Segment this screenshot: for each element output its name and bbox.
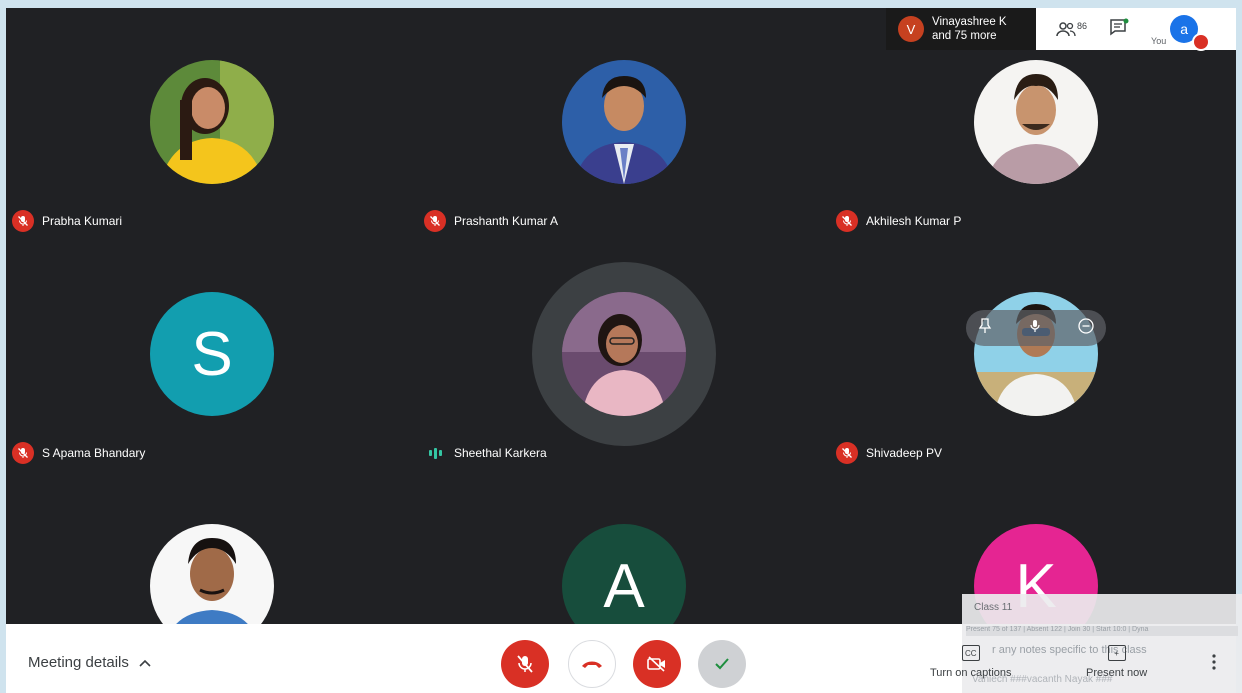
chevron-up-icon xyxy=(139,659,151,667)
captions-button[interactable]: CC Turn on captions xyxy=(930,645,1012,679)
chat-icon xyxy=(1110,18,1129,35)
people-icon xyxy=(1056,22,1076,37)
participant-name-label: Sheethal Karkera xyxy=(424,442,547,464)
presenter-text: Vinayashree K and 75 more xyxy=(932,15,1007,43)
profile-photo xyxy=(562,60,686,184)
participant-avatar xyxy=(150,60,274,184)
top-right-bar: V Vinayashree K and 75 more 86 You a xyxy=(886,8,1236,51)
profile-photo xyxy=(150,524,274,624)
participant-avatar: A xyxy=(562,524,686,624)
profile-photo xyxy=(974,60,1098,184)
meeting-details-label: Meeting details xyxy=(28,654,129,671)
avatar-initial: S xyxy=(191,319,233,389)
self-mic-off-icon xyxy=(1192,33,1211,51)
camera-toggle-button[interactable] xyxy=(633,640,681,688)
remove-participant-icon[interactable] xyxy=(1078,317,1094,339)
participant-tile[interactable] xyxy=(6,472,416,624)
participant-tile[interactable]: Prashanth Kumar A xyxy=(418,8,828,240)
self-avatar[interactable]: a xyxy=(1170,15,1211,51)
mic-off-icon xyxy=(836,442,858,464)
participant-name: Prashanth Kumar A xyxy=(454,214,559,228)
more-vert-icon xyxy=(1212,654,1216,670)
chat-button[interactable] xyxy=(1109,18,1129,41)
participant-name: Prabha Kumari xyxy=(42,214,123,228)
video-grid: Prabha Kumari Prashanth Kumar A Akhilesh… xyxy=(6,8,1236,624)
participant-avatar xyxy=(150,524,274,624)
participant-avatar xyxy=(974,60,1098,184)
people-button[interactable]: 86 xyxy=(1056,21,1087,37)
participant-tile[interactable]: A xyxy=(418,472,828,624)
you-label: You xyxy=(1151,36,1167,46)
participant-name: Sheethal Karkera xyxy=(454,446,547,460)
mic-off-icon xyxy=(12,210,34,232)
participant-avatar xyxy=(562,292,686,416)
avatar-initial: A xyxy=(603,551,645,621)
checkmark-icon xyxy=(715,658,729,670)
class-selector[interactable]: Class 11 xyxy=(974,602,1012,613)
profile-photo xyxy=(150,60,274,184)
check-button[interactable] xyxy=(698,640,746,688)
pin-icon[interactable] xyxy=(978,317,992,339)
presenter-name: Vinayashree K xyxy=(932,16,1007,28)
audio-level-icon xyxy=(424,442,446,464)
captions-label: Turn on captions xyxy=(930,667,1012,679)
tile-hover-controls xyxy=(966,310,1106,346)
present-icon: + xyxy=(1107,645,1126,661)
present-now-button[interactable]: + Present now xyxy=(1086,645,1147,679)
profile-photo xyxy=(562,292,686,416)
mic-toggle-button[interactable] xyxy=(501,640,549,688)
mic-off-icon xyxy=(836,210,858,232)
participant-name: Akhilesh Kumar P xyxy=(866,214,962,228)
participant-avatar: S xyxy=(150,292,274,416)
attendance-stats: Present 75 of 137 | Absent 122 | Join 30… xyxy=(966,626,1238,636)
people-count: 86 xyxy=(1077,21,1088,31)
more-options-button[interactable] xyxy=(1212,654,1216,675)
mic-off-icon xyxy=(424,210,446,232)
participant-name-label: Prabha Kumari xyxy=(12,210,122,232)
participant-name: Shivadeep PV xyxy=(866,446,943,460)
mic-off-icon xyxy=(517,655,533,673)
participant-avatar xyxy=(562,60,686,184)
presenter-more: and 75 more xyxy=(932,30,997,42)
participant-tile[interactable]: Prabha Kumari xyxy=(6,8,416,240)
camera-off-icon xyxy=(647,656,665,672)
top-icons: 86 You a xyxy=(1036,8,1236,51)
self-initial: a xyxy=(1180,21,1189,37)
participant-name-label: Shivadeep PV xyxy=(836,442,942,464)
participant-name-label: S Apama Bhandary xyxy=(12,442,145,464)
presenter-avatar: V xyxy=(898,16,924,42)
participant-name: S Apama Bhandary xyxy=(42,446,146,460)
participant-name-label: Akhilesh Kumar P xyxy=(836,210,961,232)
participant-name-label: Prashanth Kumar A xyxy=(424,210,558,232)
meeting-details-button[interactable]: Meeting details xyxy=(28,654,151,671)
hang-up-icon xyxy=(582,661,602,668)
present-label: Present now xyxy=(1086,667,1148,679)
mic-off-icon xyxy=(12,442,34,464)
cc-icon: CC xyxy=(961,645,980,661)
mute-participant-icon[interactable] xyxy=(1028,318,1042,339)
leave-call-button[interactable] xyxy=(568,640,616,688)
participant-tile[interactable]: Shivadeep PV xyxy=(830,240,1236,472)
presenter-chip[interactable]: V Vinayashree K and 75 more xyxy=(886,8,1036,50)
participant-tile-speaking[interactable]: Sheethal Karkera xyxy=(418,240,828,472)
participant-tile[interactable]: S S Apama Bhandary xyxy=(6,240,416,472)
